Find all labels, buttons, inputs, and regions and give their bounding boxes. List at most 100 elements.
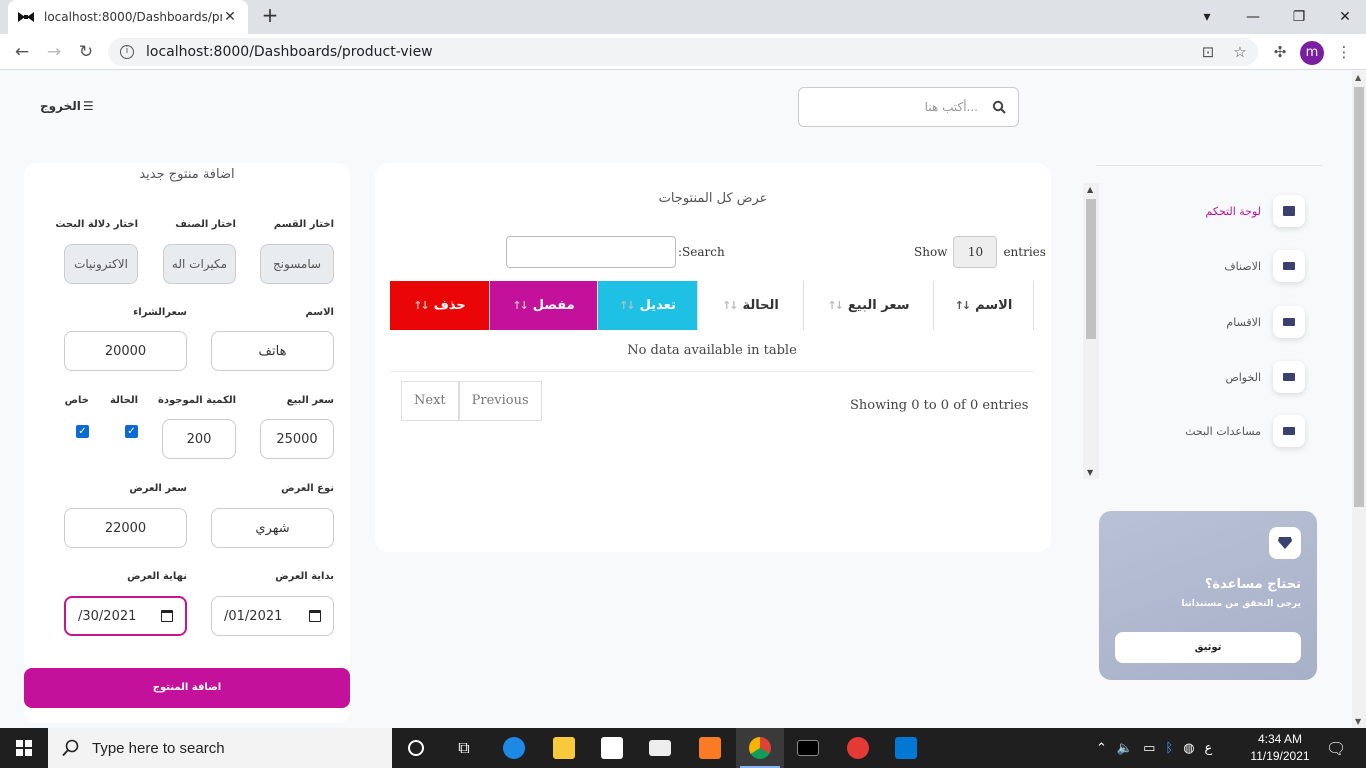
reload-button[interactable]: ↻ xyxy=(76,42,96,62)
column-details[interactable]: ↑↓ مفصل xyxy=(490,281,598,330)
credit-card-icon xyxy=(1273,306,1305,338)
gimp-icon[interactable] xyxy=(834,728,882,768)
buy-price-input[interactable]: 20000 xyxy=(64,331,187,371)
chrome-icon[interactable] xyxy=(736,728,784,768)
scroll-up-icon[interactable]: ▲ xyxy=(1355,73,1361,82)
column-edit[interactable]: ↑↓ تعديل xyxy=(598,281,698,330)
menu-dots-icon[interactable]: ⋮ xyxy=(1334,42,1354,62)
scroll-up-icon[interactable]: ▲ xyxy=(1087,185,1093,194)
special-label: خاص xyxy=(64,395,89,406)
sidebar-scroll-thumb[interactable] xyxy=(1086,199,1096,339)
offer-end-date[interactable]: /30/2021 xyxy=(64,596,187,636)
store-icon[interactable] xyxy=(588,728,636,768)
special-checkbox[interactable]: ✓ xyxy=(76,425,89,438)
chart-icon xyxy=(1273,415,1305,447)
calendar-icon[interactable] xyxy=(161,610,173,622)
cortana-icon[interactable] xyxy=(392,728,440,768)
vscode-icon[interactable] xyxy=(882,728,930,768)
sort-icon: ↑↓ xyxy=(722,299,739,312)
tray-chevron-icon[interactable]: ⌃ xyxy=(1096,741,1107,756)
diamond-icon xyxy=(1269,527,1301,559)
offer-type-input[interactable]: شهري xyxy=(211,508,334,548)
offer-price-input[interactable]: 22000 xyxy=(64,508,187,548)
column-name[interactable]: ↑↓ الاسم xyxy=(934,281,1034,330)
shop-icon xyxy=(1273,195,1305,227)
calendar-icon[interactable] xyxy=(309,610,321,622)
sidebar-item-sections[interactable]: الاقسام xyxy=(1120,304,1305,340)
sidebar-item-properties[interactable]: الخواص xyxy=(1120,359,1305,395)
page-content: الخروج ☰ أكتب هنا... اضافة منتوج جديد اخ… xyxy=(0,71,1352,728)
xampp-icon[interactable] xyxy=(686,728,734,768)
sidebar-item-search-helpers[interactable]: مساعدات البحث xyxy=(1120,413,1305,449)
address-bar[interactable]: i localhost:8000/Dashboards/product-view xyxy=(108,38,1258,66)
language-indicator[interactable]: ع xyxy=(1205,741,1213,756)
task-view-icon[interactable]: ⧉ xyxy=(440,728,488,768)
tab-close-icon[interactable]: ✕ xyxy=(222,9,238,25)
menu-lines-icon: ☰ xyxy=(82,99,94,113)
close-window-button[interactable]: ✕ xyxy=(1322,9,1366,25)
start-button[interactable] xyxy=(0,728,48,768)
sidebar-item-label: مساعدات البحث xyxy=(1185,424,1261,438)
profile-avatar[interactable]: m xyxy=(1300,41,1324,65)
volume-icon[interactable]: 🔈 xyxy=(1117,741,1133,756)
url-text: localhost:8000/Dashboards/product-view xyxy=(146,44,433,60)
bookmark-star-icon[interactable]: ☆ xyxy=(1230,42,1250,62)
forward-button[interactable]: → xyxy=(44,42,64,62)
show-label: Show xyxy=(914,245,948,259)
new-tab-button[interactable]: + xyxy=(258,4,282,28)
back-button[interactable]: ← xyxy=(12,42,32,62)
header-search[interactable]: أكتب هنا... xyxy=(798,87,1019,127)
notifications-icon[interactable]: 🗨 xyxy=(1326,728,1346,768)
taskbar-search[interactable]: Type here to search xyxy=(48,728,392,768)
edge-icon[interactable] xyxy=(490,728,538,768)
name-input[interactable]: هاتف xyxy=(211,331,334,371)
page-scroll-thumb[interactable] xyxy=(1354,87,1364,507)
sidebar-item-types[interactable]: الاصناف xyxy=(1120,248,1305,284)
page-scrollbar[interactable]: ▲ ▼ xyxy=(1352,71,1366,728)
category-select[interactable]: سامسونج xyxy=(260,244,334,284)
sort-icon: ↑↓ xyxy=(512,299,529,312)
add-product-button[interactable]: اضافة المنتوج xyxy=(24,668,350,708)
scroll-down-icon[interactable]: ▼ xyxy=(1355,717,1361,726)
keyword-select[interactable]: الاكترونيات xyxy=(64,244,138,284)
mail-icon[interactable] xyxy=(636,728,684,768)
offer-start-date[interactable]: /01/2021 xyxy=(211,596,334,636)
type-label: اختار الصنف xyxy=(175,219,236,230)
next-page-button[interactable]: Next xyxy=(401,381,459,421)
table-search-input[interactable] xyxy=(506,236,676,268)
sell-price-input[interactable]: 25000 xyxy=(260,419,334,459)
bowtie-favicon-icon xyxy=(18,12,34,22)
battery-icon[interactable]: ▭ xyxy=(1143,741,1155,756)
windows-logo-icon xyxy=(16,740,32,756)
column-label: الاسم xyxy=(975,298,1013,313)
minimize-button[interactable]: — xyxy=(1230,9,1276,25)
quantity-input[interactable]: 200 xyxy=(162,419,236,459)
column-sell-price[interactable]: ↑↓ سعر البيع xyxy=(804,281,934,330)
status-checkbox[interactable]: ✓ xyxy=(125,425,138,438)
browser-tab[interactable]: localhost:8000/Dashboards/prod ✕ xyxy=(8,0,248,34)
logout-link[interactable]: الخروج ☰ xyxy=(40,99,94,113)
type-select[interactable]: مكيرات اله xyxy=(163,244,236,284)
network-globe-icon[interactable]: ◍ xyxy=(1183,741,1194,756)
terminal-icon[interactable] xyxy=(784,728,832,768)
sort-icon: ↑↓ xyxy=(413,299,430,312)
column-delete[interactable]: ↑↓ حذف xyxy=(390,281,490,330)
taskbar-clock[interactable]: 4:34 AM 11/19/2021 xyxy=(1248,731,1312,765)
previous-page-button[interactable]: Previous xyxy=(458,381,542,421)
bluetooth-icon[interactable]: ᛒ xyxy=(1165,741,1173,756)
site-info-icon[interactable]: i xyxy=(120,45,134,59)
extensions-puzzle-icon[interactable]: ✣ xyxy=(1270,42,1290,62)
sidebar-scrollbar[interactable]: ▲ ▼ xyxy=(1083,183,1099,479)
tab-search-icon[interactable]: ▾ xyxy=(1184,9,1230,25)
file-explorer-icon[interactable] xyxy=(540,728,588,768)
translate-icon[interactable]: ⊡ xyxy=(1198,42,1218,62)
sidebar-item-dashboard[interactable]: لوحة التحكم xyxy=(1120,193,1305,229)
empty-table-message: No data available in table xyxy=(390,330,1034,372)
scroll-down-icon[interactable]: ▼ xyxy=(1087,468,1093,477)
add-product-card: اضافة منتوج جديد اختار القسم اختار الصنف… xyxy=(24,163,350,723)
entries-select[interactable]: 10 xyxy=(953,236,998,268)
column-status[interactable]: ↑↓ الحالة xyxy=(698,281,804,330)
status-label: الحالة xyxy=(110,395,138,406)
documentation-button[interactable]: توثيق xyxy=(1115,632,1301,663)
restore-button[interactable]: ❐ xyxy=(1276,9,1322,25)
